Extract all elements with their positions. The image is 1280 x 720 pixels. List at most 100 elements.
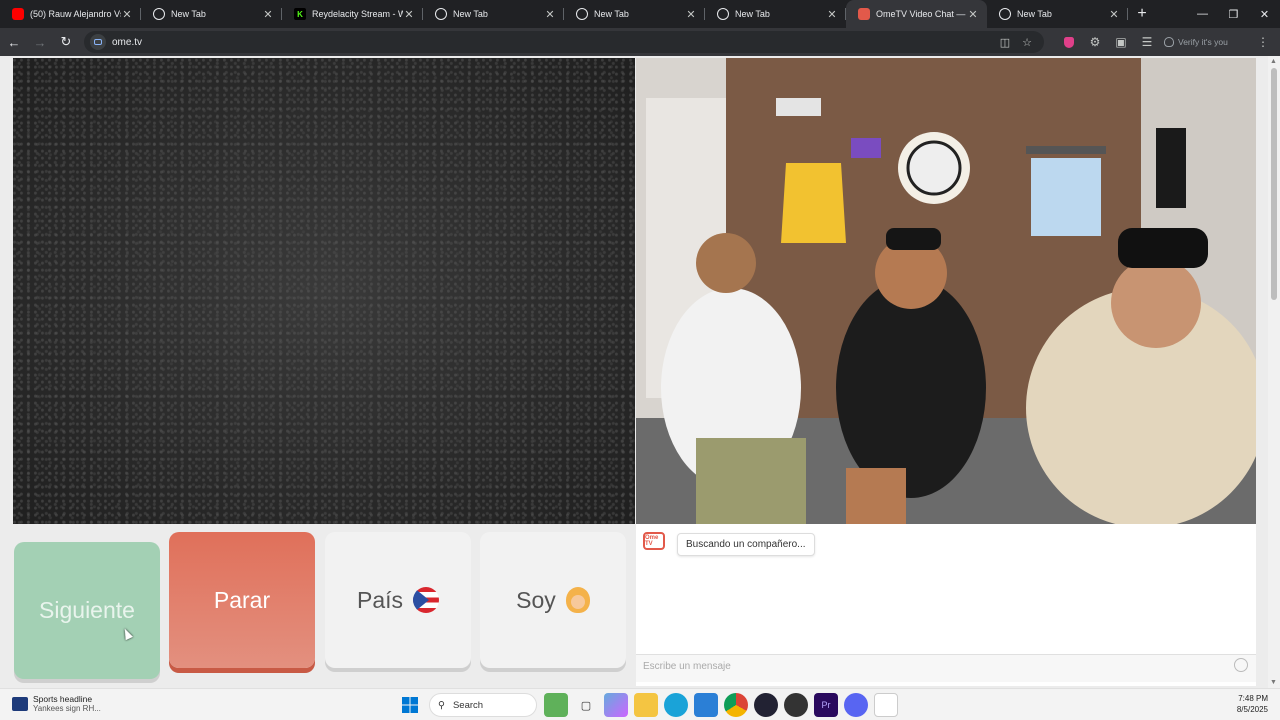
country-button[interactable]: País [325, 532, 471, 668]
document-icon[interactable] [874, 693, 898, 717]
scrollbar-thumb[interactable] [1271, 68, 1277, 300]
site-info-icon[interactable] [90, 34, 106, 50]
minimize-icon[interactable]: — [1187, 0, 1218, 28]
new-tab-button[interactable]: + [1128, 0, 1156, 28]
edge-icon[interactable] [664, 693, 688, 717]
tab-title: New Tab [1017, 9, 1052, 19]
tab-title: New Tab [171, 9, 206, 19]
country-label: País [356, 586, 404, 613]
back-icon[interactable]: ← [2, 30, 26, 54]
close-tab-icon[interactable]: ✕ [1108, 8, 1120, 21]
partner-video-static [13, 58, 635, 524]
taskbar-apps: ⚲ Search ▢ Pr [395, 693, 901, 717]
globe-icon [153, 8, 165, 20]
menu-kebab-icon[interactable]: ⋮ [1250, 31, 1276, 53]
status-message: Buscando un compañero... [677, 533, 815, 556]
browser-tab[interactable]: New Tab ✕ [564, 0, 705, 28]
close-tab-icon[interactable]: ✕ [826, 8, 838, 21]
news-subtitle: Yankees sign RH... [33, 704, 101, 713]
browser-tab[interactable]: K Reydelacity Stream - Watc✕ [282, 0, 423, 28]
browser-toolbar: ← → ↻ ome.tv ◫ ☆ ⚙ ▣ ☰ Verify it's you ⋮ [0, 28, 1280, 56]
address-bar[interactable]: ome.tv ◫ ☆ [84, 31, 1044, 53]
camera-scene [636, 58, 1256, 524]
close-tab-icon[interactable]: ✕ [121, 8, 133, 21]
stop-label: Parar [213, 586, 271, 613]
reading-list-icon[interactable]: ▣ [1108, 31, 1134, 53]
file-explorer-icon[interactable] [634, 693, 658, 717]
youtube-icon [12, 8, 24, 20]
tab-strip: (50) Rauw Alejandro Vs Jh✕New Tab✕KReyde… [0, 0, 1280, 28]
task-view-icon[interactable]: ▢ [574, 693, 598, 717]
discord-icon[interactable] [844, 693, 868, 717]
news-icon [12, 696, 28, 711]
close-tab-icon[interactable]: ✕ [967, 8, 979, 21]
verify-label: Verify it's you [1178, 37, 1228, 47]
globe-icon [999, 8, 1011, 20]
close-tab-icon[interactable]: ✕ [262, 8, 274, 21]
close-tab-icon[interactable]: ✕ [403, 8, 415, 21]
browser-tab[interactable]: New Tab ✕ [141, 0, 282, 28]
clock-time: 7:48 PM [1238, 694, 1268, 703]
next-button[interactable]: Siguiente [14, 542, 160, 679]
extension-shield-icon[interactable] [1056, 31, 1082, 53]
install-app-icon[interactable]: ◫ [994, 36, 1016, 49]
puerto-rico-flag-icon [413, 587, 440, 613]
windows-start-icon[interactable] [398, 693, 422, 717]
scroll-up-icon[interactable]: ▲ [1270, 58, 1277, 65]
system-clock[interactable]: 7:48 PM 8/5/2025 [1237, 693, 1268, 715]
close-tab-icon[interactable]: ✕ [544, 8, 556, 21]
browser-tab[interactable]: New Tab ✕ [987, 0, 1128, 28]
scroll-down-icon[interactable]: ▼ [1270, 679, 1277, 686]
browser-tab[interactable]: (50) Rauw Alejandro Vs Jh✕ [0, 0, 141, 28]
media-controls-icon[interactable]: ☰ [1134, 31, 1160, 53]
page-scrollbar[interactable]: ▲ ▼ [1268, 56, 1280, 688]
browser-tab[interactable]: New Tab ✕ [705, 0, 846, 28]
tab-list: (50) Rauw Alejandro Vs Jh✕New Tab✕KReyde… [0, 0, 1128, 28]
clock-date: 8/5/2025 [1236, 705, 1268, 714]
verify-profile-button[interactable]: Verify it's you [1164, 37, 1228, 47]
message-input[interactable]: Escribe un mensaje [636, 654, 1256, 682]
forward-icon[interactable]: → [28, 30, 52, 54]
gender-label: Soy [516, 586, 556, 613]
ometv-icon [858, 8, 870, 20]
globe-icon [435, 8, 447, 20]
store-icon[interactable] [694, 693, 718, 717]
window-controls: — ❐ ✕ [1187, 0, 1280, 28]
bookmark-star-icon[interactable]: ☆ [1016, 36, 1038, 49]
chat-panel: Ome TV Buscando un compañero... Escribe … [636, 524, 1256, 686]
stop-button[interactable]: Parar [169, 532, 315, 668]
copilot-icon[interactable] [604, 693, 628, 717]
globe-icon [576, 8, 588, 20]
gender-button[interactable]: Soy [480, 532, 626, 668]
tab-title: New Tab [594, 9, 629, 19]
news-title: Sports headline [33, 694, 93, 704]
tab-title: (50) Rauw Alejandro Vs Jh [30, 9, 121, 19]
app-notification-icon[interactable] [784, 693, 808, 717]
chrome-icon[interactable] [724, 693, 748, 717]
tab-title: New Tab [735, 9, 770, 19]
search-icon: ⚲ [438, 699, 445, 711]
woman-emoji-icon [565, 587, 590, 613]
globe-icon [717, 8, 729, 20]
tab-title: OmeTV Video Chat — [876, 9, 966, 19]
news-widget[interactable]: Sports headline Yankees sign RH... [12, 694, 101, 713]
shield-icon [1164, 37, 1174, 47]
widgets-icon[interactable] [544, 693, 568, 717]
tab-title: Reydelacity Stream - Watc [312, 9, 403, 19]
emoji-picker-icon[interactable] [1234, 658, 1248, 672]
extensions-puzzle-icon[interactable]: ⚙ [1082, 31, 1108, 53]
tab-title: New Tab [453, 9, 488, 19]
ometv-logo: Ome TV [643, 532, 665, 550]
maximize-icon[interactable]: ❐ [1218, 0, 1249, 28]
browser-tab[interactable]: OmeTV Video Chat — ✕ [846, 0, 987, 28]
taskbar-search[interactable]: ⚲ Search [429, 693, 537, 717]
reload-icon[interactable]: ↻ [54, 30, 78, 54]
app-icon[interactable] [754, 693, 778, 717]
close-window-icon[interactable]: ✕ [1249, 0, 1280, 28]
search-label: Search [452, 699, 484, 711]
close-tab-icon[interactable]: ✕ [685, 8, 697, 21]
url-text[interactable]: ome.tv [112, 37, 994, 48]
windows-taskbar: Sports headline Yankees sign RH... ⚲ Sear… [0, 688, 1280, 720]
premiere-icon[interactable]: Pr [814, 693, 838, 717]
browser-tab[interactable]: New Tab ✕ [423, 0, 564, 28]
